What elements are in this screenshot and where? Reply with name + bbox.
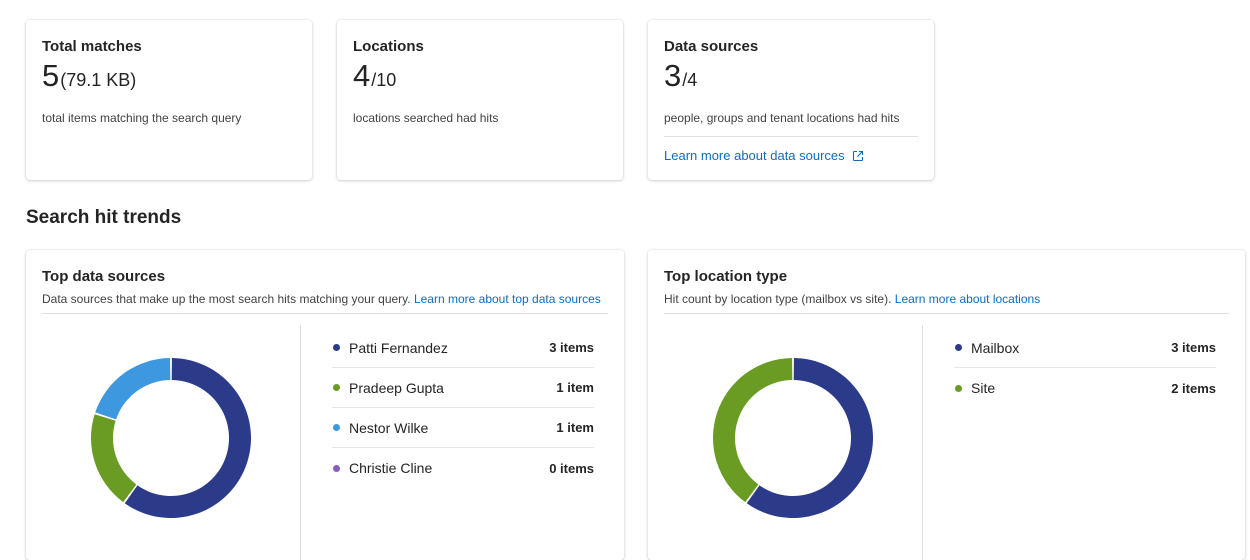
top-location-type-donut <box>708 353 878 523</box>
donut-segment-nestor-wilke[interactable] <box>95 358 171 420</box>
legend-dot <box>955 384 962 392</box>
legend-count: 1 item <box>556 380 594 395</box>
legend: Patti Fernandez 3 items Pradeep Gupta 1 … <box>332 328 594 488</box>
stat-value-row: 3 /4 <box>664 60 918 94</box>
legend-count: 3 items <box>549 340 594 355</box>
stat-suffix: (79.1 KB) <box>60 70 137 90</box>
learn-more-data-sources-link[interactable]: Learn more about data sources <box>664 148 918 163</box>
legend-label: Pradeep Gupta <box>349 379 444 396</box>
donut-chart <box>713 358 873 518</box>
legend-dot <box>333 384 340 391</box>
vertical-divider <box>300 325 301 560</box>
legend-dot <box>333 464 340 472</box>
stat-card-locations: Locations 4 /10 locations searched had h… <box>337 20 623 180</box>
stat-description: locations searched had hits <box>353 111 499 125</box>
stat-card-data-sources: Data sources 3 /4 people, groups and ten… <box>648 20 934 180</box>
subtitle-text: Hit count by location type (mailbox vs s… <box>664 292 895 306</box>
donut-chart <box>91 358 251 518</box>
stat-value: 5 <box>42 58 60 93</box>
legend-item: Patti Fernandez 3 items <box>332 328 594 368</box>
card-subtitle: Hit count by location type (mailbox vs s… <box>664 292 1229 314</box>
stat-value-row: 5 (79.1 KB) <box>42 60 296 94</box>
top-location-type-card: Top location type Hit count by location … <box>648 250 1245 560</box>
legend-label: Mailbox <box>971 339 1020 356</box>
donut-segment-site[interactable] <box>713 358 793 503</box>
legend-item: Site 2 items <box>954 368 1216 408</box>
stat-card-total-matches: Total matches 5 (79.1 KB) total items ma… <box>26 20 312 180</box>
learn-more-locations-link[interactable]: Learn more about locations <box>895 292 1040 306</box>
legend-count: 1 item <box>556 420 594 435</box>
stat-value-row: 4 /10 <box>353 60 607 94</box>
legend-item: Mailbox 3 items <box>954 328 1216 368</box>
legend-count: 3 items <box>1171 340 1216 355</box>
card-title: Top data sources <box>42 268 166 285</box>
vertical-divider <box>922 325 923 560</box>
stat-title: Data sources <box>664 38 759 55</box>
legend-dot <box>333 344 340 351</box>
legend-item: Pradeep Gupta 1 item <box>332 368 594 408</box>
donut-segment-pradeep-gupta[interactable] <box>91 414 137 503</box>
legend-label: Patti Fernandez <box>349 339 448 356</box>
legend-label: Site <box>971 380 996 396</box>
learn-more-top-data-sources-link[interactable]: Learn more about top data sources <box>414 292 601 306</box>
legend-count: 2 items <box>1171 380 1216 396</box>
legend-dot <box>955 344 962 351</box>
stat-suffix: /10 <box>371 70 397 90</box>
legend-dot <box>333 424 340 431</box>
divider <box>664 136 918 137</box>
stat-description: people, groups and tenant locations had … <box>664 111 900 125</box>
link-label: Learn more about data sources <box>664 148 845 163</box>
stat-title: Total matches <box>42 38 142 55</box>
legend-item: Nestor Wilke 1 item <box>332 408 594 448</box>
stat-title: Locations <box>353 38 424 55</box>
section-title: Search hit trends <box>26 207 182 228</box>
stat-suffix: /4 <box>682 70 698 90</box>
legend: Mailbox 3 items Site 2 items <box>954 328 1216 408</box>
card-subtitle: Data sources that make up the most searc… <box>42 292 608 314</box>
legend-label: Christie Cline <box>349 460 433 476</box>
card-title: Top location type <box>664 268 788 285</box>
top-data-sources-card: Top data sources Data sources that make … <box>26 250 624 560</box>
top-data-sources-donut <box>86 353 256 523</box>
legend-item: Christie Cline 0 items <box>332 448 594 488</box>
legend-count: 0 items <box>549 460 594 476</box>
stat-value: 3 <box>664 58 682 93</box>
open-in-new-window-icon <box>852 150 863 161</box>
legend-label: Nestor Wilke <box>349 419 429 436</box>
subtitle-text: Data sources that make up the most searc… <box>42 292 414 306</box>
stat-value: 4 <box>353 58 371 93</box>
stat-description: total items matching the search query <box>42 111 242 125</box>
